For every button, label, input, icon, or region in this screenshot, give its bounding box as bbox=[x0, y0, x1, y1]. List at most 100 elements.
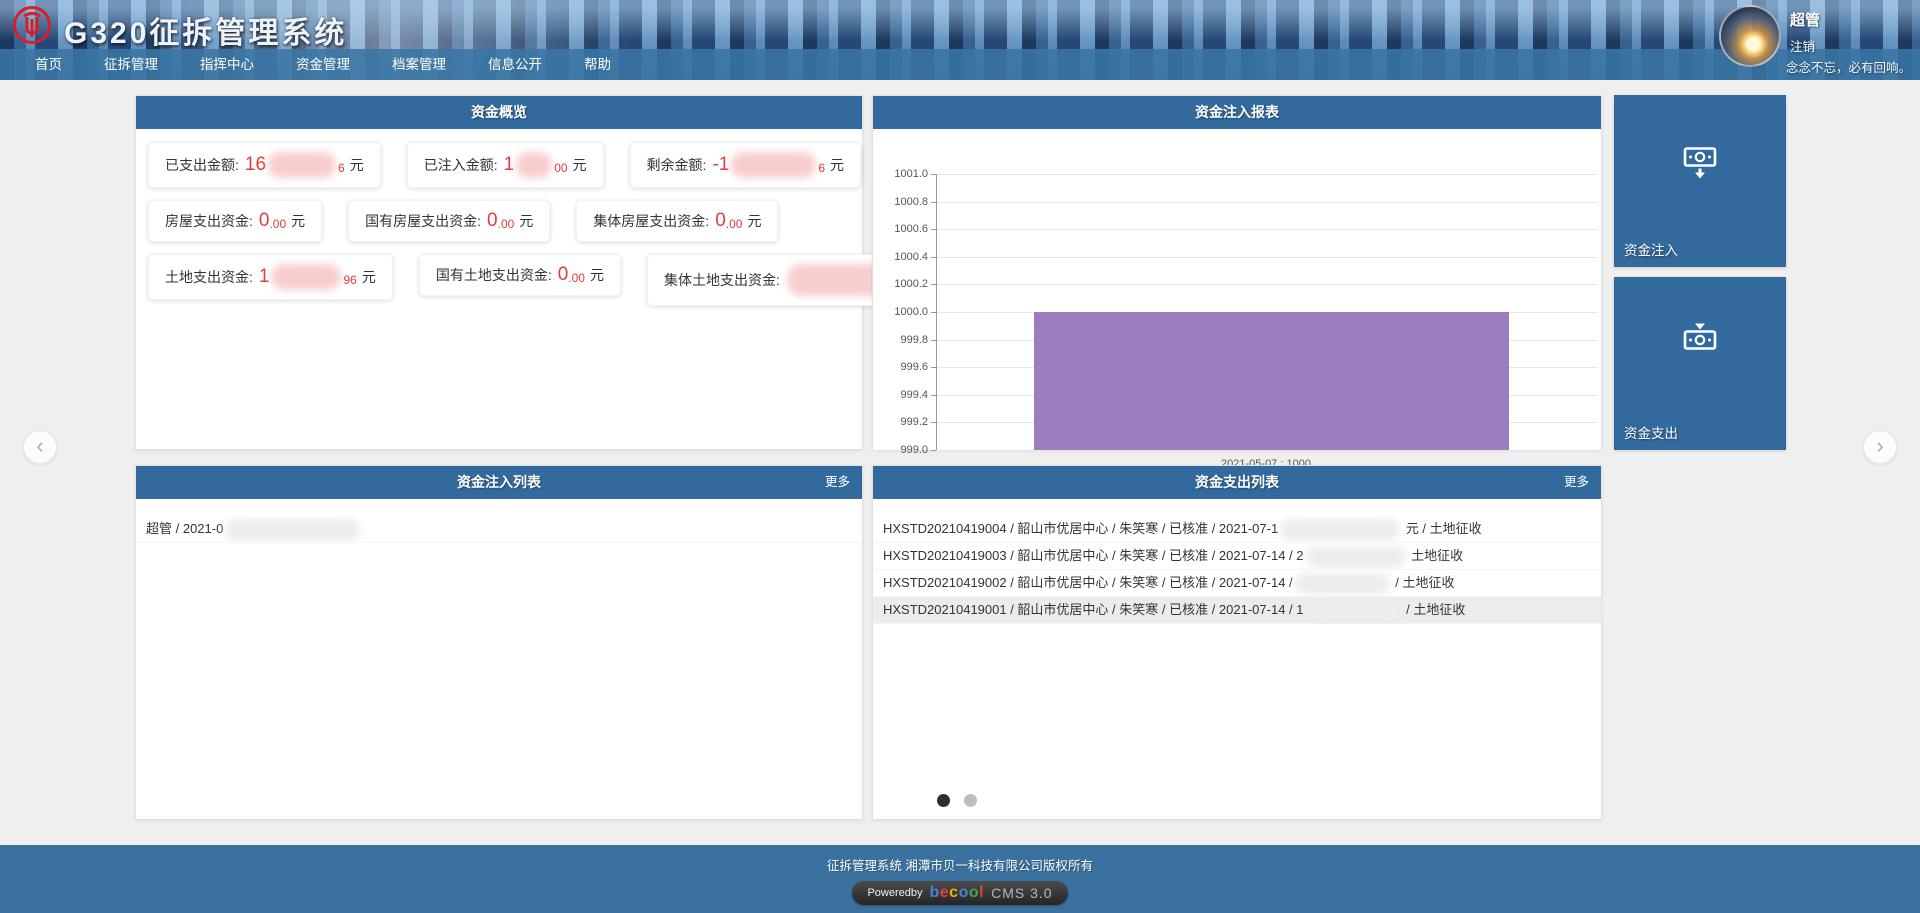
nav-item-1[interactable]: 首页 bbox=[14, 49, 83, 80]
banknote-arrow-up-icon bbox=[1677, 317, 1723, 368]
brand-letter: b bbox=[929, 884, 939, 901]
nav-item-5[interactable]: 档案管理 bbox=[371, 49, 467, 80]
stat-label: 集体房屋支出资金: bbox=[593, 211, 709, 231]
stat-unit: 元 bbox=[291, 211, 305, 231]
stat-row-2: 房屋支出资金:0.00元国有房屋支出资金:0.00元集体房屋支出资金:0.00元 bbox=[148, 200, 850, 242]
nav-item-6[interactable]: 信息公开 bbox=[467, 49, 563, 80]
redacted-value-blob bbox=[1306, 600, 1401, 622]
inject-list-more-link[interactable]: 更多 bbox=[825, 466, 850, 499]
stat-value-decimals: 6 bbox=[818, 161, 825, 175]
y-axis-tick-mark bbox=[931, 284, 936, 285]
expense-list-row[interactable]: HXSTD20210419003 / 韶山市优居中心 / 朱笑寒 / 已核准 /… bbox=[873, 543, 1601, 570]
page-footer: 征拆管理系统 湘潭市贝一科技有限公司版权所有 Poweredby becool … bbox=[0, 845, 1920, 913]
stat-unit: 元 bbox=[830, 155, 844, 175]
stat-value: 1 bbox=[504, 154, 515, 176]
stat-card: 集体土地支出资金:- bbox=[647, 254, 906, 306]
y-axis-tick-label: 999.6 bbox=[873, 361, 928, 373]
fund-overview-title: 资金概览 bbox=[471, 104, 527, 120]
nav-item-3[interactable]: 指挥中心 bbox=[179, 49, 275, 80]
stat-card: 土地支出资金:196元 bbox=[148, 254, 393, 300]
inject-list-title: 资金注入列表 bbox=[457, 474, 541, 490]
y-axis-tick-mark bbox=[931, 395, 936, 396]
logout-link[interactable]: 注销 bbox=[1790, 36, 1815, 55]
y-axis-tick-label: 999.0 bbox=[873, 444, 928, 456]
chart-gridline bbox=[937, 202, 1597, 203]
fund-injection-chart: 999.0999.2999.4999.6999.81000.01000.2100… bbox=[873, 129, 1601, 450]
y-axis-tick-label: 1000.6 bbox=[873, 223, 928, 235]
y-axis-tick-label: 1000.4 bbox=[873, 251, 928, 263]
expense-list-row[interactable]: HXSTD20210419004 / 韶山市优居中心 / 朱笑寒 / 已核准 /… bbox=[873, 516, 1601, 543]
powered-by-label: Poweredby bbox=[867, 887, 922, 899]
user-name: 超管 bbox=[1790, 9, 1820, 30]
stat-card: 国有房屋支出资金: 0.00 元 bbox=[348, 200, 550, 242]
inject-list-header: 资金注入列表 更多 bbox=[136, 466, 862, 499]
chart-gridline bbox=[937, 450, 1597, 451]
y-axis-tick-mark bbox=[931, 257, 936, 258]
y-axis-tick-label: 1000.0 bbox=[873, 306, 928, 318]
inject-list-body: 超管 / 2021-0 bbox=[136, 499, 862, 804]
redacted-value-blob bbox=[271, 264, 341, 290]
redacted-value-blob bbox=[731, 152, 816, 178]
y-axis-tick-mark bbox=[931, 202, 936, 203]
expense-list-row[interactable]: HXSTD20210419001 / 韶山市优居中心 / 朱笑寒 / 已核准 /… bbox=[873, 597, 1601, 624]
becool-brand-logo: becool bbox=[929, 884, 984, 902]
expense-list-more-link[interactable]: 更多 bbox=[1564, 466, 1589, 499]
y-axis-tick-label: 999.4 bbox=[873, 389, 928, 401]
tile-label: 资金支出 bbox=[1624, 422, 1678, 442]
stat-value: 0 bbox=[558, 264, 569, 286]
brand-letter: e bbox=[940, 884, 949, 901]
fund-inject-tile-button[interactable]: 资金注入 bbox=[1614, 95, 1786, 267]
chart-bar[interactable] bbox=[1034, 312, 1509, 450]
row-text: / 土地征收 bbox=[1403, 602, 1466, 617]
y-axis-tick-mark bbox=[931, 340, 936, 341]
user-avatar[interactable] bbox=[1719, 5, 1781, 67]
y-axis-tick-mark bbox=[931, 422, 936, 423]
row-text: HXSTD20210419002 / 韶山市优居中心 / 朱笑寒 / 已核准 /… bbox=[883, 575, 1293, 590]
redacted-value-blob bbox=[788, 264, 883, 296]
stat-value: 0 bbox=[715, 210, 726, 232]
chart-gridline bbox=[937, 174, 1597, 175]
chevron-right-icon: › bbox=[1876, 433, 1883, 458]
fund-expense-list-panel: 资金支出列表 更多 HXSTD20210419004 / 韶山市优居中心 / 朱… bbox=[872, 465, 1602, 820]
stat-label: 已支出金额: bbox=[165, 155, 239, 175]
chart-gridline bbox=[937, 284, 1597, 285]
powered-by-badge[interactable]: Poweredby becool CMS 3.0 bbox=[852, 881, 1067, 905]
stat-unit: 元 bbox=[350, 155, 364, 175]
fund-overview-header: 资金概览 bbox=[136, 96, 862, 129]
banknote-arrow-down-icon bbox=[1677, 135, 1723, 186]
nav-item-2[interactable]: 征拆管理 bbox=[83, 49, 179, 80]
stat-unit: 元 bbox=[590, 265, 604, 285]
stat-value: 16 bbox=[245, 154, 266, 176]
user-motto: 念念不忘，必有回响。 bbox=[1786, 57, 1911, 76]
expense-list-body: HXSTD20210419004 / 韶山市优居中心 / 朱笑寒 / 已核准 /… bbox=[873, 499, 1601, 804]
chart-panel-title: 资金注入报表 bbox=[1195, 104, 1279, 120]
stat-value-decimals: .00 bbox=[269, 217, 286, 231]
stat-card: 剩余金额:-16元 bbox=[630, 142, 861, 188]
stat-unit: 元 bbox=[747, 211, 761, 231]
chevron-left-icon: ‹ bbox=[36, 433, 43, 458]
carousel-prev-button[interactable]: ‹ bbox=[23, 430, 57, 464]
fund-expense-tile-button[interactable]: 资金支出 bbox=[1614, 277, 1786, 450]
fund-injection-chart-panel: 资金注入报表 999.0999.2999.4999.6999.81000.010… bbox=[872, 95, 1602, 450]
stat-label: 国有土地支出资金: bbox=[436, 265, 552, 285]
expense-list-row[interactable]: HXSTD20210419002 / 韶山市优居中心 / 朱笑寒 / 已核准 /… bbox=[873, 570, 1601, 597]
fund-inject-list-panel: 资金注入列表 更多 超管 / 2021-0 bbox=[135, 465, 863, 820]
stat-row-1: 已支出金额:166元已注入金额:100元剩余金额:-16元 bbox=[148, 142, 850, 188]
chart-gridline bbox=[937, 257, 1597, 258]
y-axis-tick-label: 1000.8 bbox=[873, 196, 928, 208]
main-navbar: 首页征拆管理指挥中心资金管理档案管理信息公开帮助 bbox=[0, 49, 1920, 80]
inject-list-row[interactable]: 超管 / 2021-0 bbox=[136, 516, 862, 543]
nav-item-4[interactable]: 资金管理 bbox=[275, 49, 371, 80]
row-text: 元 / 土地征收 bbox=[1402, 521, 1481, 536]
stat-value-decimals: .00 bbox=[498, 217, 515, 231]
pagination-dot-2[interactable] bbox=[964, 794, 977, 807]
carousel-next-button[interactable]: › bbox=[1863, 430, 1897, 464]
nav-item-7[interactable]: 帮助 bbox=[563, 49, 632, 80]
stat-value: 0 bbox=[487, 210, 498, 232]
row-text: HXSTD20210419003 / 韶山市优居中心 / 朱笑寒 / 已核准 /… bbox=[883, 548, 1304, 563]
redacted-value-blob bbox=[1295, 573, 1390, 595]
stat-label: 国有房屋支出资金: bbox=[365, 211, 481, 231]
stat-unit: 元 bbox=[519, 211, 533, 231]
pagination-dot-1[interactable] bbox=[937, 794, 950, 807]
redacted-value-blob bbox=[1280, 519, 1400, 541]
